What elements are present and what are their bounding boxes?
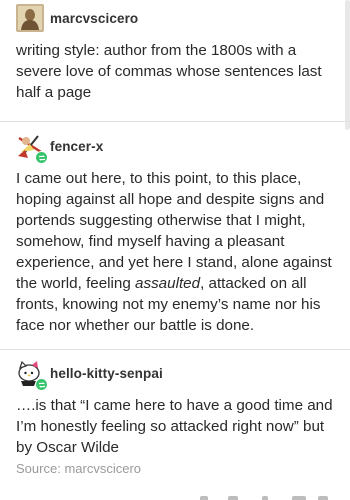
source-label: Source: [16,461,61,476]
emphasized-word: assaulted [135,275,201,292]
scrollbar[interactable] [345,0,350,130]
cut-off-footer [180,494,350,500]
post-body: writing style: author from the 1800s wit… [16,42,322,101]
source-link[interactable]: marcvscicero [64,461,141,476]
post-reblog: hello-kitty-senpai ….is that “I came her… [16,357,342,458]
hello-kitty-avatar-icon[interactable] [16,359,48,391]
post-original: marcvscicero writing style: author from … [16,2,342,103]
source-line: Source: marcvscicero [16,461,141,476]
post-header: hello-kitty-senpai [16,357,342,391]
divider [0,349,350,350]
username[interactable]: fencer-x [50,139,103,154]
username[interactable]: hello-kitty-senpai [50,366,163,381]
post-reblog: fencer-x I came out here, to this point,… [16,130,342,336]
post-body: ….is that “I came here to have a good ti… [16,397,333,456]
body-text: I came out here, to this point, to this … [16,170,332,292]
reblog-icon [35,151,48,164]
post-header: marcvscicero [16,2,342,34]
post-header: fencer-x [16,130,342,164]
username[interactable]: marcvscicero [50,11,138,26]
fencer-avatar-icon[interactable] [16,132,48,164]
post-body: I came out here, to this point, to this … [16,168,342,336]
sepia-portrait-avatar-icon[interactable] [16,4,44,32]
divider [0,121,350,122]
reblog-icon [35,378,48,391]
